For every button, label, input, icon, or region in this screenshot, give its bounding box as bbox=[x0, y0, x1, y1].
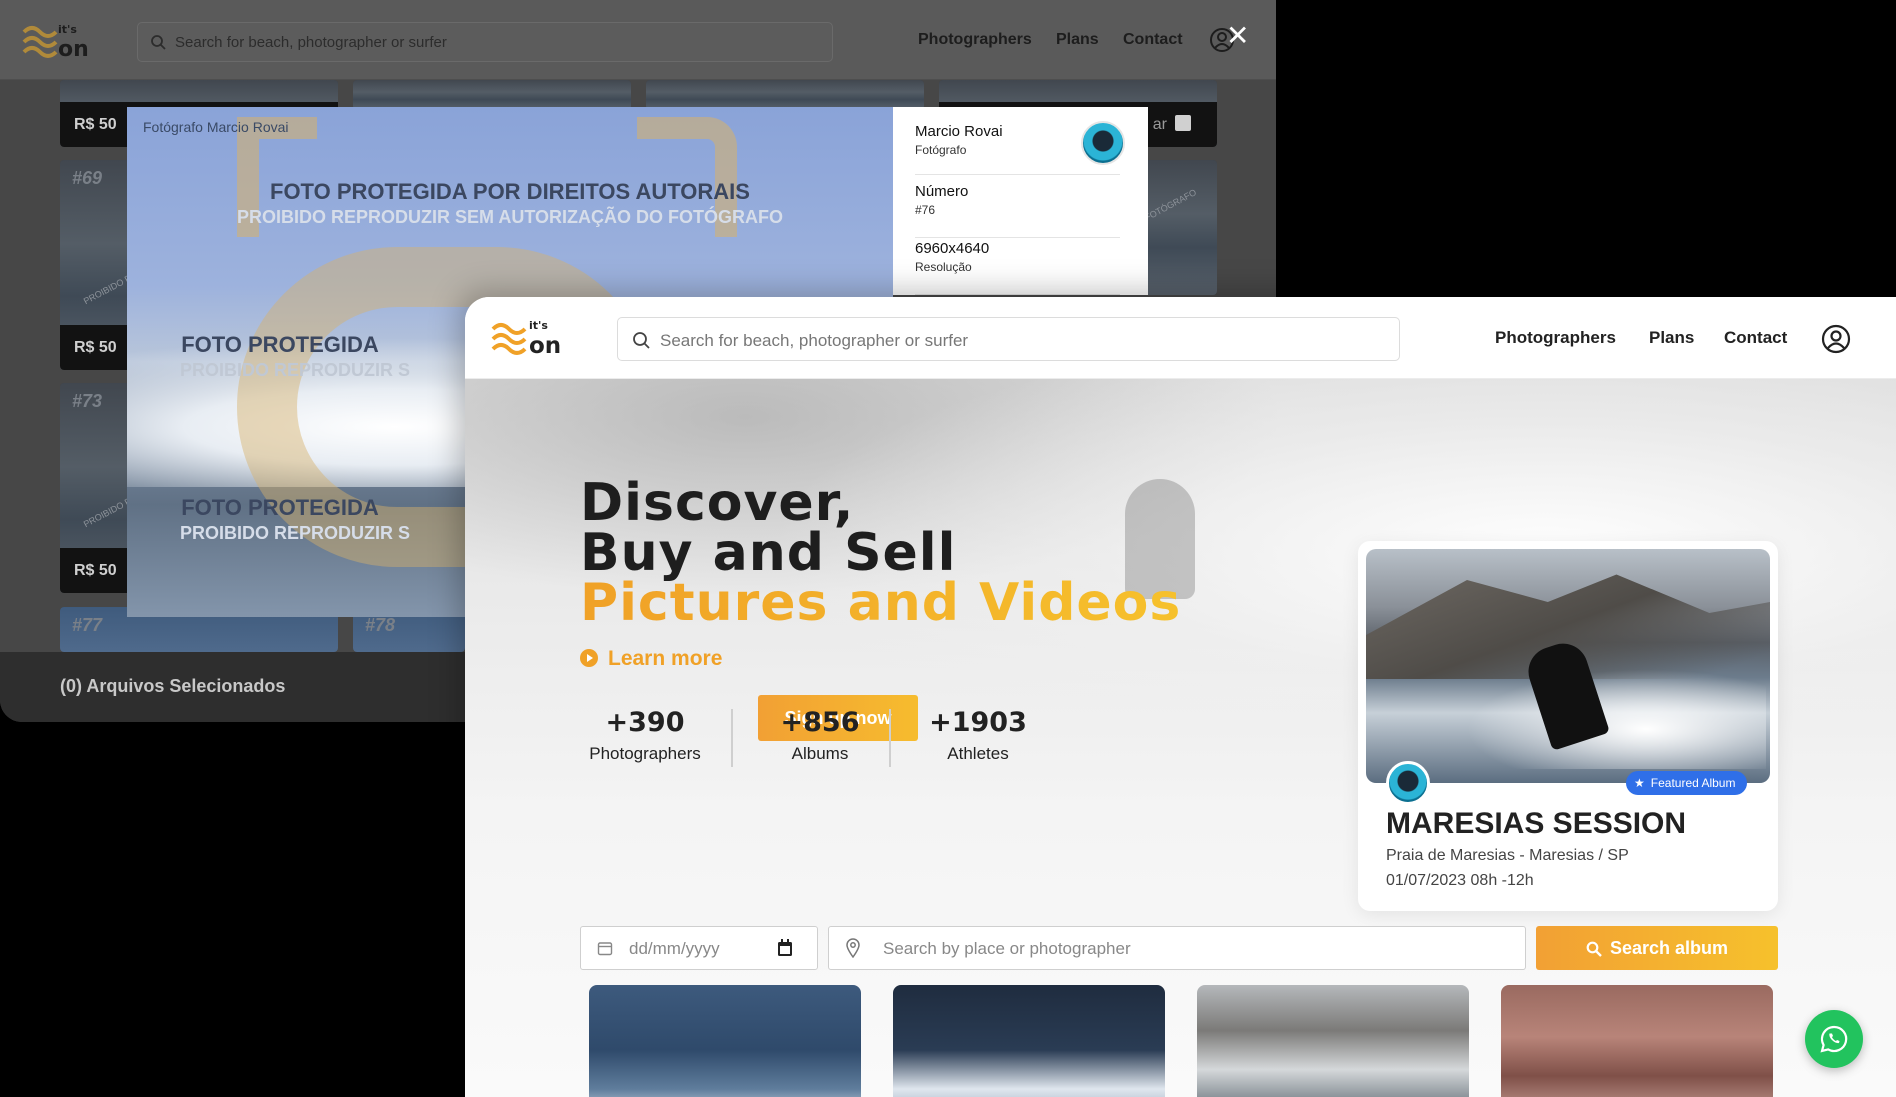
search-album-label: Search album bbox=[1609, 938, 1729, 958]
selected-files-count: (0) Arquivos Selecionados bbox=[60, 676, 286, 696]
svg-text:it's: it's bbox=[58, 23, 77, 36]
learn-more-label: Learn more bbox=[608, 647, 723, 670]
stat-value: +390 bbox=[605, 707, 685, 738]
stat-value: +1903 bbox=[929, 707, 1027, 738]
place-search-placeholder: Search by place or photographer bbox=[883, 939, 1131, 958]
album-location: Praia de Maresias - Maresias / SP bbox=[1386, 847, 1629, 864]
stat-label: Photographers bbox=[589, 744, 701, 763]
featured-album-card[interactable]: ★ Featured Album MARESIAS SESSION Praia d… bbox=[1358, 541, 1778, 911]
album-thumbnail[interactable] bbox=[1501, 985, 1773, 1097]
search-icon bbox=[633, 332, 650, 349]
back-search-input[interactable]: Search for beach, photographer or surfer bbox=[137, 22, 833, 62]
hero-title-line1: Discover, bbox=[580, 473, 855, 533]
svg-text:it's: it's bbox=[529, 319, 548, 332]
stat-value: +856 bbox=[780, 707, 860, 738]
stat-athletes: +1903 Athletes bbox=[913, 707, 1043, 764]
whatsapp-icon bbox=[1820, 1025, 1848, 1053]
star-icon: ★ bbox=[1634, 776, 1645, 790]
photographer-avatar[interactable] bbox=[1081, 121, 1125, 165]
nav-contact[interactable]: Contact bbox=[1724, 328, 1787, 348]
photo-number: #73 bbox=[72, 391, 103, 411]
photo-number: #69 bbox=[72, 168, 103, 188]
watermark-title: FOTO PROTEGIDA POR DIREITOS AUTORAIS bbox=[270, 179, 750, 204]
featured-badge-label: Featured Album bbox=[1650, 776, 1736, 790]
featured-album-photo bbox=[1366, 549, 1770, 783]
stat-photographers: +390 Photographers bbox=[580, 707, 710, 764]
photo-number: #78 bbox=[365, 615, 396, 635]
hero-section: Discover, Buy and Sell Pictures and Vide… bbox=[465, 379, 1896, 1097]
stat-divider bbox=[731, 709, 733, 767]
location-pin-icon bbox=[846, 938, 860, 958]
back-header: it's on Search for beach, photographer o… bbox=[0, 0, 1276, 80]
stat-label: Athletes bbox=[947, 744, 1009, 763]
photo-number-info: Número #76 bbox=[915, 183, 1120, 238]
learn-more-link[interactable]: Learn more bbox=[580, 647, 722, 671]
nav-photographers[interactable]: Photographers bbox=[1495, 328, 1616, 348]
select-checkbox[interactable] bbox=[1175, 115, 1191, 131]
date-input[interactable]: dd/mm/yyyy bbox=[580, 926, 818, 970]
album-thumbnail[interactable] bbox=[893, 985, 1165, 1097]
place-search-input[interactable]: Search by place or photographer bbox=[828, 926, 1526, 970]
foreground-window: it's on Search for beach, photographer o… bbox=[465, 297, 1896, 1097]
stat-albums: +856 Albums bbox=[755, 707, 885, 764]
photo-card[interactable] bbox=[646, 80, 924, 110]
album-thumbnail[interactable] bbox=[589, 985, 861, 1097]
itson-logo[interactable]: it's on bbox=[491, 315, 581, 359]
back-nav-contact[interactable]: Contact bbox=[1123, 31, 1183, 49]
whatsapp-button[interactable] bbox=[1805, 1010, 1863, 1068]
search-icon bbox=[151, 35, 166, 50]
number-label: Número bbox=[915, 183, 969, 200]
number-value: #76 bbox=[915, 203, 936, 217]
album-title: MARESIAS SESSION bbox=[1386, 807, 1687, 840]
resolution-value: 6960x4640 bbox=[915, 240, 990, 257]
calendar-picker-icon[interactable] bbox=[777, 939, 793, 957]
resolution-label: Resolução bbox=[915, 260, 972, 274]
resolution-info: 6960x4640 Resolução bbox=[915, 240, 1120, 295]
stat-label: Albums bbox=[791, 744, 849, 763]
photo-info-panel: Marcio Rovai Fotógrafo Número #76 6960x4… bbox=[893, 107, 1148, 295]
search-placeholder: Search for beach, photographer or surfer bbox=[660, 331, 969, 350]
photographer-avatar[interactable] bbox=[1386, 761, 1430, 805]
photo-card[interactable] bbox=[353, 80, 631, 110]
album-datetime: 01/07/2023 08h -12h bbox=[1386, 872, 1534, 889]
photographer-caption: Fotógrafo Marcio Rovai bbox=[143, 119, 289, 135]
date-placeholder: dd/mm/yyyy bbox=[629, 939, 720, 958]
photo-number: #77 bbox=[72, 615, 103, 635]
featured-badge: ★ Featured Album bbox=[1626, 771, 1748, 795]
search-album-button[interactable]: Search album bbox=[1536, 926, 1778, 970]
hero-title-line3: Pictures and Videos bbox=[580, 573, 1182, 633]
nav-plans[interactable]: Plans bbox=[1649, 328, 1694, 348]
back-nav-plans[interactable]: Plans bbox=[1056, 31, 1099, 49]
back-search-placeholder: Search for beach, photographer or surfer bbox=[175, 34, 447, 51]
search-icon bbox=[1586, 941, 1602, 957]
watermark-subtitle: PROIBIDO REPRODUZIR SEM AUTORIZAÇÃO DO F… bbox=[236, 207, 783, 227]
svg-text:on: on bbox=[529, 333, 561, 359]
stat-divider bbox=[889, 709, 891, 767]
user-icon[interactable] bbox=[1821, 324, 1851, 354]
back-nav-photographers[interactable]: Photographers bbox=[918, 31, 1032, 49]
calendar-icon bbox=[597, 942, 613, 956]
site-header: it's on Search for beach, photographer o… bbox=[465, 297, 1896, 379]
search-input[interactable]: Search for beach, photographer or surfer bbox=[617, 317, 1400, 361]
play-icon bbox=[580, 649, 598, 667]
album-thumbnail[interactable] bbox=[1197, 985, 1469, 1097]
close-icon[interactable]: ✕ bbox=[1226, 22, 1249, 50]
svg-text:on: on bbox=[58, 37, 89, 62]
itson-logo[interactable]: it's on bbox=[22, 18, 108, 62]
hero-title-line2: Buy and Sell bbox=[580, 523, 957, 583]
